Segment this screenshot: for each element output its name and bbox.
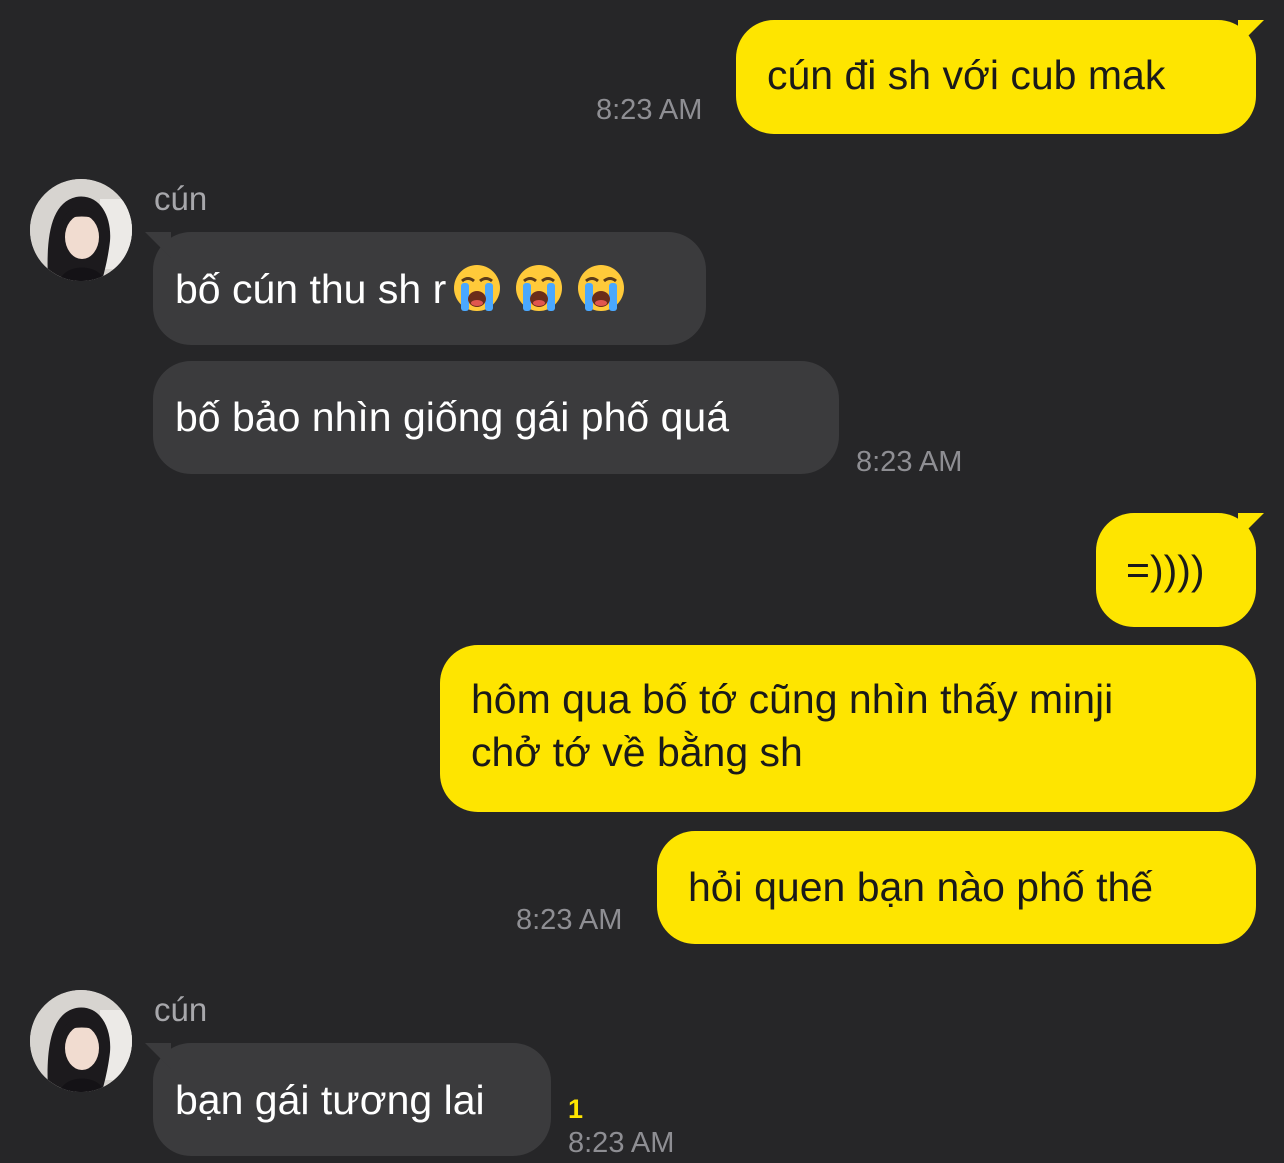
profile-photo-icon	[30, 990, 132, 1092]
sent-message-bubble[interactable]: =))))	[1096, 513, 1264, 627]
received-message-bubble[interactable]: bạn gái tương lai	[145, 1043, 551, 1156]
profile-photo-icon	[30, 179, 132, 281]
bubble-tail	[1238, 513, 1264, 539]
sender-name: cún	[154, 180, 208, 217]
message-timestamp: 8:23 AM	[596, 94, 703, 126]
loudly-crying-face-icon	[452, 263, 502, 313]
message-text: hỏi quen bạn nào phố thế	[688, 864, 1154, 910]
message-text-line: chở tớ về bằng sh	[471, 729, 803, 775]
sent-message-bubble[interactable]: hỏi quen bạn nào phố thế	[657, 831, 1256, 944]
contact-avatar[interactable]	[30, 990, 132, 1092]
loudly-crying-face-icon	[576, 263, 626, 313]
message-timestamp: 8:23 AM	[568, 1127, 675, 1159]
message-text: bố cún thu sh r	[175, 266, 447, 312]
message-text: bạn gái tương lai	[175, 1077, 485, 1123]
message-text: cún đi sh với cub mak	[767, 52, 1166, 98]
sender-name: cún	[154, 991, 208, 1028]
received-message-bubble[interactable]: bố cún thu sh r	[145, 232, 706, 345]
bubble-tail	[145, 1043, 171, 1069]
message-text-line: hôm qua bố tớ cũng nhìn thấy minji	[471, 676, 1114, 722]
loudly-crying-face-icon	[514, 263, 564, 313]
message-text: =))))	[1126, 547, 1205, 593]
sent-message-bubble[interactable]: cún đi sh với cub mak	[736, 20, 1264, 134]
unread-count-badge: 1	[568, 1094, 584, 1124]
contact-avatar[interactable]	[30, 179, 132, 281]
message-timestamp: 8:23 AM	[856, 446, 963, 478]
message-timestamp: 8:23 AM	[516, 904, 623, 936]
sent-message-bubble[interactable]: hôm qua bố tớ cũng nhìn thấy minji chở t…	[440, 645, 1256, 812]
bubble-tail	[145, 232, 171, 258]
received-message-bubble[interactable]: bố bảo nhìn giống gái phố quá	[153, 361, 839, 474]
bubble-tail	[1238, 20, 1264, 46]
message-text: bố bảo nhìn giống gái phố quá	[175, 394, 730, 440]
